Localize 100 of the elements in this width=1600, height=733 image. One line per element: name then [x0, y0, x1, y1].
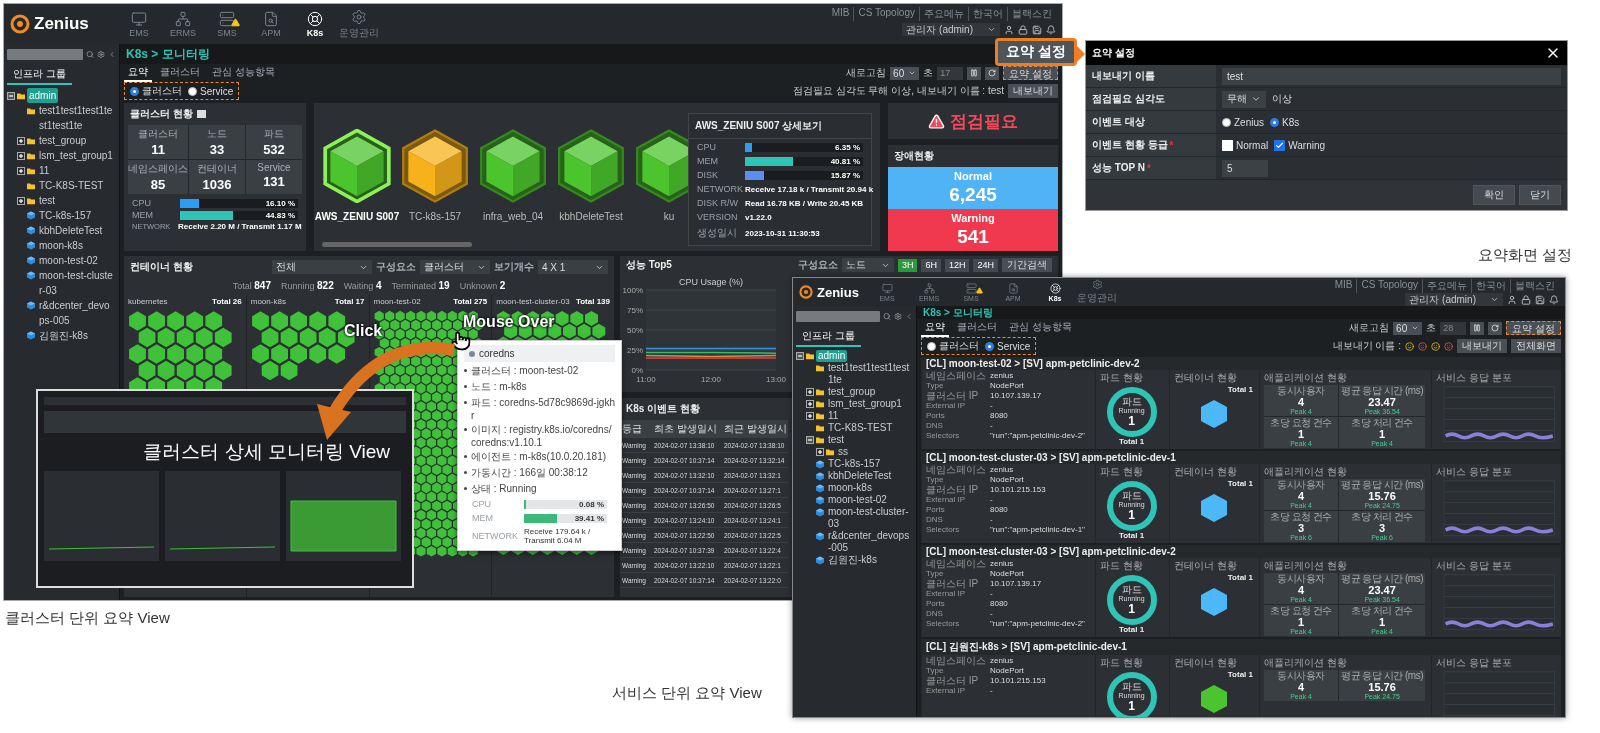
header-link[interactable]: 블랙스킨 [1510, 279, 1559, 293]
tree-item[interactable]: lsm_test_group1 [826, 398, 904, 410]
cube-icon[interactable] [320, 129, 394, 203]
tree-item[interactable]: moon-k8s [826, 482, 874, 494]
user-icon[interactable] [1507, 294, 1517, 305]
toolbar-button[interactable]: 전체화면 [1511, 339, 1561, 353]
tree-item[interactable]: TC-K8S-TEST [37, 178, 106, 193]
expand-icon[interactable] [806, 400, 814, 408]
checkbox-option[interactable]: Normal [1222, 139, 1269, 151]
tree-item[interactable]: moon-test-02 [826, 494, 889, 506]
search-field[interactable] [796, 310, 880, 322]
filter-select[interactable]: 전체 [272, 260, 372, 274]
range-button[interactable]: 6H [921, 258, 941, 272]
nav-tab[interactable]: K8s [294, 6, 336, 42]
radio-option[interactable]: 클러스터 [927, 339, 979, 353]
collapse-icon[interactable] [7, 91, 15, 100]
lock-icon[interactable] [1521, 294, 1531, 305]
header-link[interactable]: MIB [827, 7, 854, 21]
tree-item[interactable]: 김원진-k8s [37, 328, 90, 343]
save-icon[interactable] [1032, 24, 1042, 35]
input-field[interactable]: 5 [1222, 159, 1268, 177]
filter-select[interactable]: 노드 [841, 258, 894, 272]
collapse-icon[interactable] [796, 352, 804, 360]
summary-settings-button[interactable]: 요약 설정 [1003, 66, 1058, 80]
severity-select[interactable]: 무해 [1222, 90, 1266, 108]
dialog-button[interactable]: 닫기 [1519, 185, 1561, 205]
pause-button[interactable] [967, 66, 982, 80]
interval-select[interactable]: 60 [890, 66, 920, 80]
tree-item[interactable]: ss [836, 446, 850, 458]
radio-button[interactable] [1270, 117, 1279, 127]
expand-icon[interactable] [17, 136, 25, 145]
expand-icon[interactable] [806, 388, 814, 396]
toolbar-button[interactable]: 내보내기 [1457, 339, 1507, 353]
header-link[interactable]: MIB [1330, 279, 1357, 293]
sidebar-tab[interactable]: 인프라 그룹 [796, 327, 861, 347]
countdown-field[interactable]: 17 [937, 66, 964, 80]
filter-select[interactable]: 클러스터 [420, 260, 490, 274]
bell-icon[interactable] [1549, 294, 1559, 305]
pause-button[interactable] [1470, 321, 1485, 335]
countdown-field[interactable]: 28 [1440, 321, 1467, 335]
checkbox[interactable] [1222, 139, 1233, 151]
range-button[interactable]: 12H [944, 258, 970, 272]
radio-button[interactable] [1222, 117, 1231, 127]
expand-icon[interactable] [17, 166, 25, 175]
radio-option[interactable]: Service [188, 84, 234, 98]
range-button[interactable]: 24H [973, 258, 998, 272]
view-tab[interactable]: 관심 성능항목 [1005, 319, 1076, 337]
tree-item[interactable]: test_group [826, 386, 878, 398]
search-icon[interactable] [86, 49, 94, 59]
expand-icon[interactable] [816, 448, 824, 456]
radio-button[interactable] [927, 341, 936, 351]
tree-item[interactable]: kbhDeleteTest [826, 470, 894, 482]
nav-tab[interactable]: 운영관리 [1077, 279, 1117, 305]
view-tab[interactable]: 클러스터 [953, 319, 1001, 337]
tree-item[interactable]: test [826, 434, 847, 446]
expand-icon[interactable] [17, 196, 25, 205]
checkbox[interactable] [1274, 139, 1286, 151]
header-link[interactable]: 주요메뉴 [919, 7, 968, 21]
user-select[interactable]: 관리자 (admin) [1405, 293, 1503, 306]
search-icon[interactable] [883, 311, 891, 321]
dialog-button[interactable]: 확인 [1473, 185, 1515, 205]
range-button[interactable]: 3H [897, 258, 918, 272]
summary-settings-button[interactable]: 요약 설정 [995, 38, 1077, 66]
period-search-button[interactable]: 기간검색 [1002, 258, 1052, 272]
lock-icon[interactable] [1018, 24, 1028, 35]
input-field[interactable]: test [1222, 67, 1561, 85]
tree-item[interactable]: moon-test-02 [37, 253, 100, 268]
tree-item[interactable]: 11 [826, 410, 841, 422]
tree-item[interactable]: TC-K8S-TEST [826, 422, 895, 434]
nav-tab[interactable]: 운영관리 [338, 6, 380, 42]
refresh-button[interactable] [1488, 321, 1503, 335]
tree-item[interactable]: r&dcenter_devops-005 [37, 298, 116, 328]
radio-button[interactable] [985, 341, 994, 351]
tree-item[interactable]: TC-k8s-157 [826, 458, 883, 470]
user-icon[interactable] [1004, 24, 1014, 35]
tree-item[interactable]: 11 [37, 163, 52, 178]
radio-button[interactable] [130, 86, 139, 96]
settings-icon[interactable] [97, 49, 105, 59]
refresh-button[interactable] [985, 66, 1000, 80]
radio-option[interactable]: K8s [1270, 116, 1300, 128]
tree-item[interactable]: moon-k8s [37, 238, 85, 253]
filter-select[interactable]: 4 X 1 [538, 260, 608, 274]
view-tab[interactable]: 클러스터 [156, 64, 204, 82]
tree-item[interactable]: test [37, 193, 58, 208]
tree-item[interactable]: 김원진-k8s [826, 554, 879, 566]
collapse-icon[interactable] [806, 436, 814, 444]
header-link[interactable]: CS Topology [853, 7, 919, 21]
tree-item[interactable]: r&dcenter_devops-005 [826, 530, 913, 554]
tree-item[interactable]: test_group [37, 133, 89, 148]
expand-icon[interactable] [17, 151, 25, 160]
sidebar-tab[interactable]: 인프라 그룹 [7, 65, 72, 85]
interval-select[interactable]: 60 [1393, 321, 1423, 335]
view-tab[interactable]: 요약 [124, 64, 152, 82]
radio-option[interactable]: Service [985, 339, 1031, 353]
radio-button[interactable] [188, 86, 197, 96]
view-tab[interactable]: 관심 성능항목 [208, 64, 279, 82]
summary-settings-button[interactable]: 요약 설정 [1506, 321, 1561, 335]
user-select[interactable]: 관리자 (admin) [902, 23, 1000, 36]
search-field[interactable] [7, 48, 83, 60]
nav-tab[interactable]: EMS [118, 6, 160, 42]
